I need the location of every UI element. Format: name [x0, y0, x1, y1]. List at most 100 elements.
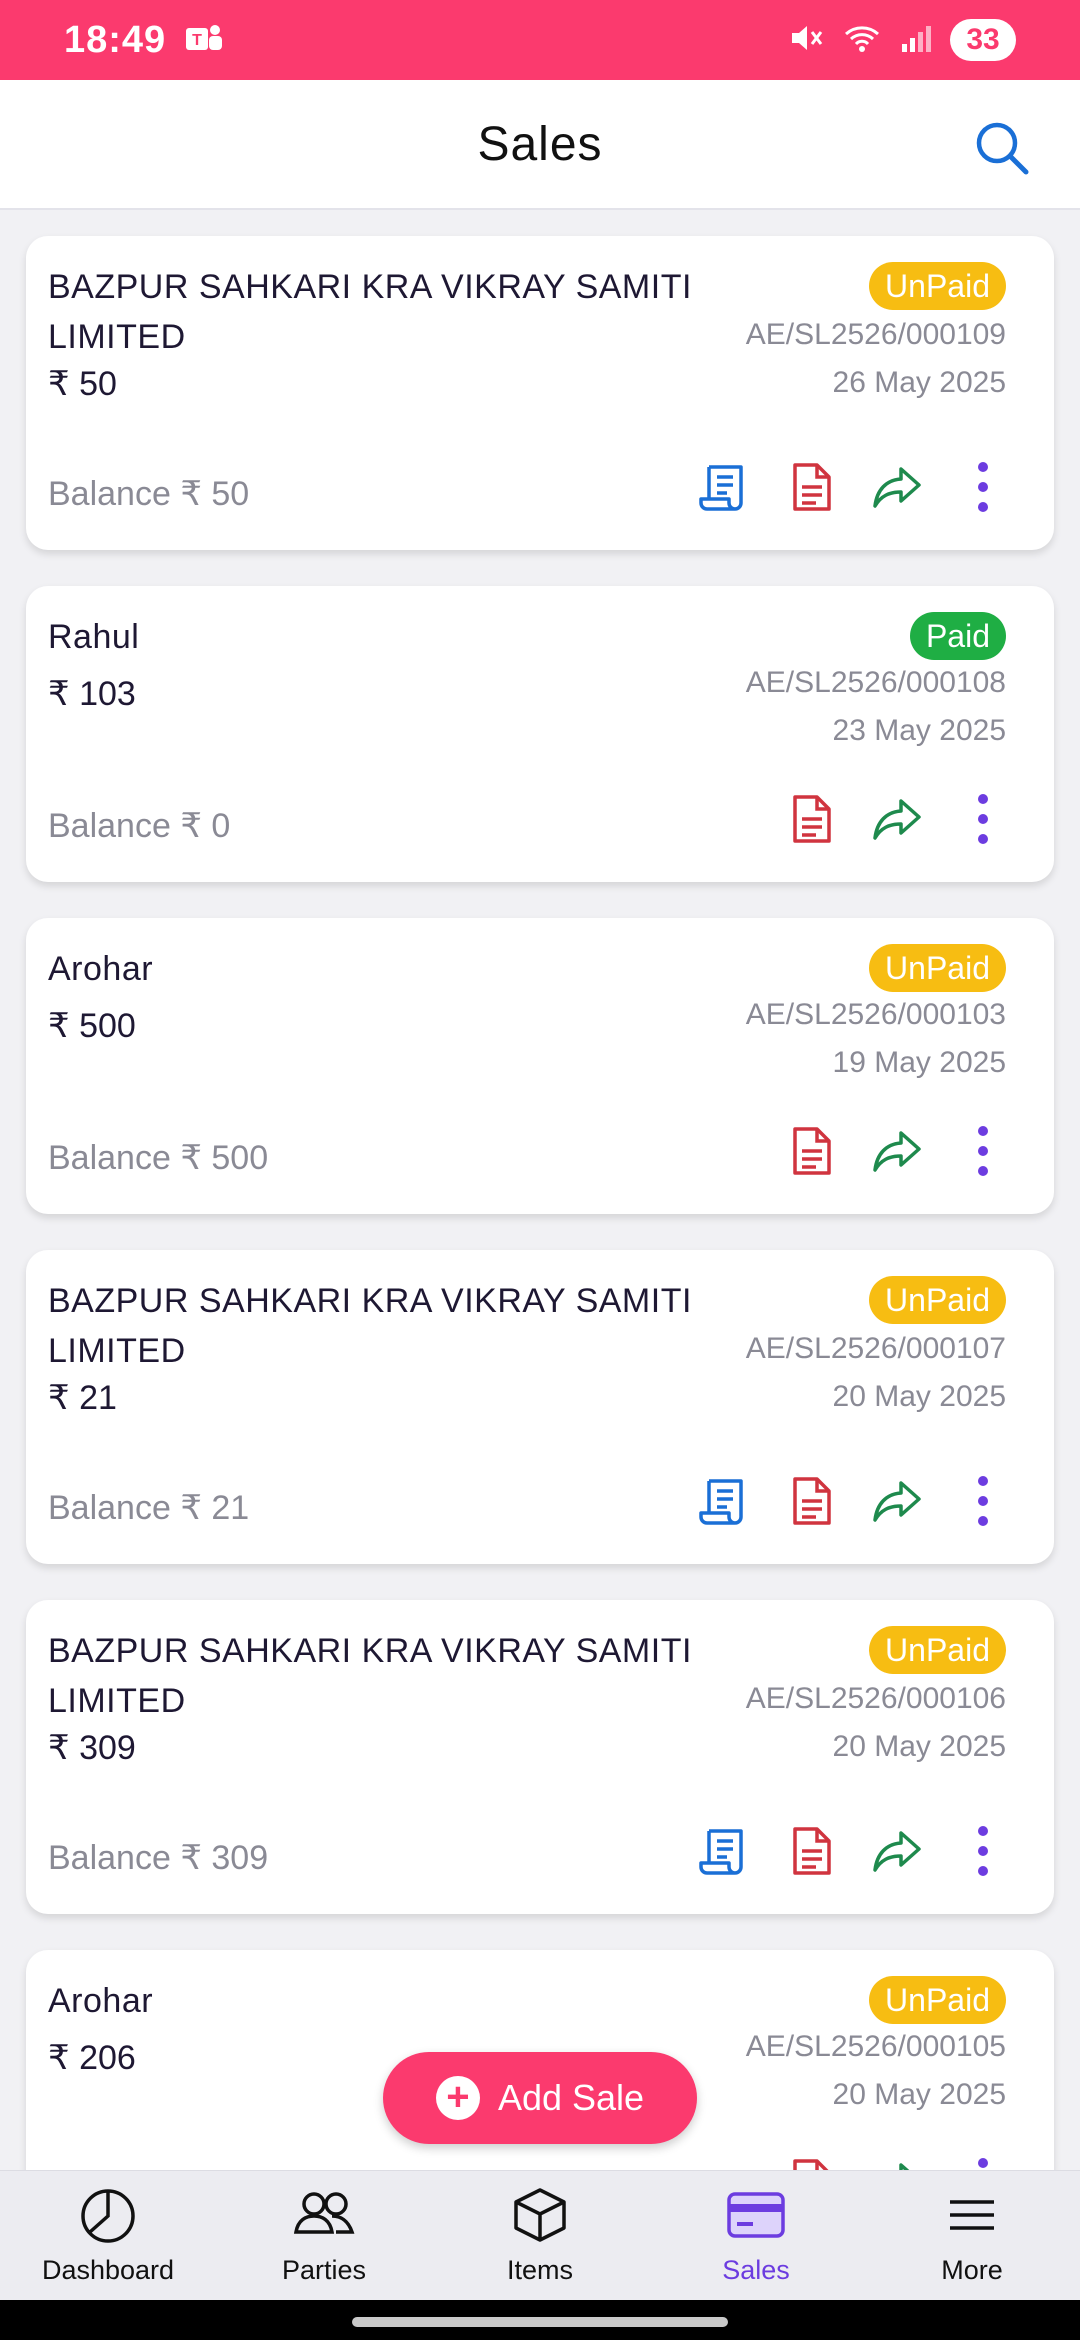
party-name: Rahul: [48, 618, 140, 656]
add-sale-label: Add Sale: [497, 2077, 645, 2118]
sale-card[interactable]: Rahul ₹ 103 Balance ₹ 0 Paid AE/SL2526/0…: [26, 586, 1054, 882]
sale-amount: ₹ 500: [48, 1007, 136, 1045]
sale-card[interactable]: BAZPUR SAHKARI KRA VIKRAY SAMITI LIMITED…: [26, 236, 1054, 550]
pdf-document-icon[interactable]: [782, 1122, 840, 1180]
sale-card[interactable]: BAZPUR SAHKARI KRA VIKRAY SAMITI LIMITED…: [26, 1250, 1054, 1564]
party-name: BAZPUR SAHKARI KRA VIKRAY SAMITI LIMITED: [48, 1282, 692, 1370]
balance-text: Balance ₹ 309: [48, 1839, 269, 1877]
balance-text: Balance ₹ 21: [48, 1489, 250, 1527]
status-badge: UnPaid: [869, 1276, 1006, 1324]
invoice-date: 19 May 2025: [832, 1046, 1006, 1079]
invoice-date: 20 May 2025: [832, 2078, 1006, 2111]
receipt-icon[interactable]: [696, 1472, 754, 1530]
home-gesture-handle[interactable]: [352, 2317, 728, 2327]
share-icon[interactable]: [868, 790, 926, 848]
share-icon[interactable]: [868, 1122, 926, 1180]
more-options-icon[interactable]: [954, 1822, 1012, 1880]
sale-amount: ₹ 50: [48, 365, 117, 403]
card-actions: [782, 2154, 1012, 2170]
card-actions: [696, 458, 1012, 516]
bottom-nav: Dashboard Parties Items Sales More: [0, 2170, 1080, 2300]
invoice-number: AE/SL2526/000106: [745, 1682, 1006, 1715]
pdf-document-icon[interactable]: [782, 1472, 840, 1530]
app-header: Sales: [0, 80, 1080, 210]
card-actions: [782, 1122, 1012, 1180]
card-actions: [782, 790, 1012, 848]
nav-item-items[interactable]: Items: [432, 2171, 648, 2300]
party-name: Arohar: [48, 950, 154, 988]
invoice-date: 20 May 2025: [832, 1730, 1006, 1763]
invoice-date: 20 May 2025: [832, 1380, 1006, 1413]
more-options-icon[interactable]: [954, 2154, 1012, 2170]
share-icon[interactable]: [868, 458, 926, 516]
party-name: BAZPUR SAHKARI KRA VIKRAY SAMITI LIMITED: [48, 268, 692, 356]
invoice-date: 23 May 2025: [832, 714, 1006, 747]
page-title: Sales: [477, 117, 603, 171]
invoice-date: 26 May 2025: [832, 366, 1006, 399]
nav-label: More: [941, 2254, 1003, 2285]
card-actions: [696, 1472, 1012, 1530]
nav-item-more[interactable]: More: [864, 2171, 1080, 2300]
share-icon[interactable]: [868, 2154, 926, 2170]
pdf-document-icon[interactable]: [782, 790, 840, 848]
party-name: BAZPUR SAHKARI KRA VIKRAY SAMITI LIMITED: [48, 1632, 692, 1720]
balance-text: Balance ₹ 500: [48, 1139, 269, 1177]
status-badge: UnPaid: [869, 1626, 1006, 1674]
status-badge: UnPaid: [869, 262, 1006, 310]
sale-card[interactable]: Arohar ₹ 500 Balance ₹ 500 UnPaid AE/SL2…: [26, 918, 1054, 1214]
sales-list[interactable]: BAZPUR SAHKARI KRA VIKRAY SAMITI LIMITED…: [0, 210, 1080, 2170]
share-icon[interactable]: [868, 1472, 926, 1530]
more-options-icon[interactable]: [954, 790, 1012, 848]
invoice-number: AE/SL2526/000108: [745, 666, 1006, 699]
card-icon: [725, 2186, 787, 2249]
nav-label: Dashboard: [41, 2254, 175, 2285]
menu-icon: [942, 2186, 1002, 2249]
invoice-number: AE/SL2526/000105: [745, 2030, 1006, 2063]
pdf-document-icon[interactable]: [782, 2154, 840, 2170]
wifi-icon: [842, 20, 882, 61]
search-icon[interactable]: [972, 118, 1032, 178]
status-badge: UnPaid: [869, 1976, 1006, 2024]
plus-icon: +: [435, 2076, 480, 2120]
more-options-icon[interactable]: [954, 1472, 1012, 1530]
teams-icon: T: [184, 20, 224, 61]
box-icon: [510, 2186, 570, 2249]
balance-text: Balance ₹ 0: [48, 807, 231, 845]
nav-label: Parties: [281, 2254, 367, 2285]
receipt-icon[interactable]: [696, 1822, 754, 1880]
status-right: 33: [788, 19, 1016, 61]
svg-text:T: T: [192, 32, 202, 49]
pie-chart-icon: [78, 2186, 138, 2249]
users-icon: [292, 2186, 356, 2249]
invoice-number: AE/SL2526/000107: [745, 1332, 1006, 1365]
receipt-icon[interactable]: [696, 458, 754, 516]
more-options-icon[interactable]: [954, 458, 1012, 516]
nav-label: Sales: [722, 2254, 790, 2285]
signal-icon: [900, 20, 932, 61]
nav-item-parties[interactable]: Parties: [216, 2171, 432, 2300]
add-sale-button[interactable]: + Add Sale: [383, 2052, 697, 2144]
pdf-document-icon[interactable]: [782, 1822, 840, 1880]
party-name: Arohar: [48, 1982, 154, 2020]
status-badge: Paid: [909, 612, 1006, 660]
sale-amount: ₹ 309: [48, 1729, 136, 1767]
more-options-icon[interactable]: [954, 1122, 1012, 1180]
balance-text: Balance ₹ 50: [48, 475, 250, 513]
status-bar: 18:49 T 33: [0, 0, 1080, 80]
pdf-document-icon[interactable]: [782, 458, 840, 516]
invoice-number: AE/SL2526/000109: [745, 318, 1006, 351]
sale-card[interactable]: BAZPUR SAHKARI KRA VIKRAY SAMITI LIMITED…: [26, 1600, 1054, 1914]
status-badge: UnPaid: [869, 944, 1006, 992]
share-icon[interactable]: [868, 1822, 926, 1880]
nav-item-dashboard[interactable]: Dashboard: [0, 2171, 216, 2300]
status-left: 18:49 T: [64, 19, 224, 62]
status-time: 18:49: [64, 18, 167, 61]
nav-label: Items: [506, 2254, 573, 2285]
battery-indicator: 33: [950, 19, 1016, 61]
card-actions: [696, 1822, 1012, 1880]
gesture-bar: [0, 2300, 1080, 2340]
sale-amount: ₹ 21: [48, 1379, 117, 1417]
sale-amount: ₹ 206: [48, 2039, 136, 2077]
nav-item-sales[interactable]: Sales: [648, 2171, 864, 2300]
mute-icon: [788, 20, 824, 61]
